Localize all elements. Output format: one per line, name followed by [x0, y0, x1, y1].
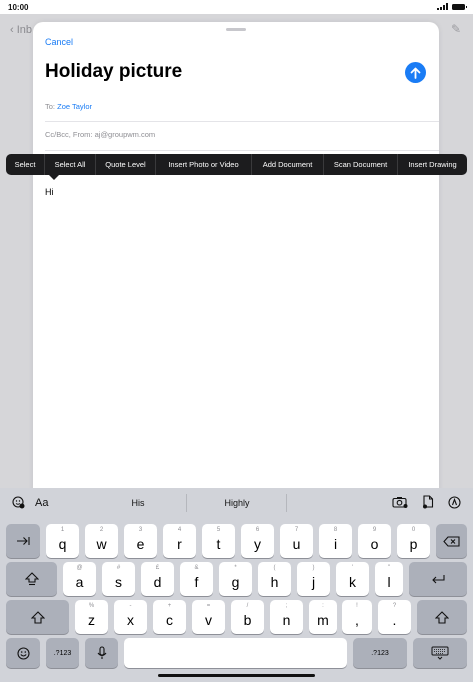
shift-icon	[30, 610, 45, 624]
subject-title[interactable]: Holiday picture	[45, 61, 182, 83]
divider	[45, 121, 439, 122]
caps-lock-icon	[24, 572, 39, 586]
edit-menu-pointer	[49, 175, 59, 180]
menu-item-select[interactable]: Select	[6, 154, 45, 175]
keyboard-dismiss-icon	[431, 646, 449, 660]
tab-key[interactable]	[6, 524, 40, 558]
send-button[interactable]	[405, 62, 426, 83]
key-j[interactable]: ) j	[297, 562, 330, 596]
key-period[interactable]: ?.	[378, 600, 411, 634]
key-z[interactable]: % z	[75, 600, 108, 634]
divider	[186, 494, 187, 512]
key-m[interactable]: :m	[309, 600, 337, 634]
numbers-key-left[interactable]: .?123	[46, 638, 79, 668]
status-bar: 10:00	[0, 0, 473, 14]
status-indicators	[437, 3, 467, 10]
shift-key-right[interactable]	[417, 600, 467, 634]
compose-sheet: Cancel Holiday picture To: Zoe Taylor Cc…	[33, 22, 439, 492]
home-indicator[interactable]	[158, 674, 315, 677]
text-format-button[interactable]: Aa	[35, 497, 48, 509]
to-field[interactable]: To: Zoe Taylor	[45, 102, 92, 111]
sheet-grabber[interactable]	[226, 28, 246, 31]
emoji-search-icon[interactable]	[12, 496, 25, 509]
cc-from-field[interactable]: Cc/Bcc, From: aj@groupwm.com	[45, 130, 155, 139]
compose-icon: ✎	[450, 22, 461, 36]
divider	[286, 494, 287, 512]
return-key[interactable]	[409, 562, 467, 596]
menu-item-insert-drawing[interactable]: Insert Drawing	[398, 154, 467, 175]
suggestion-2[interactable]: Highly	[212, 498, 262, 508]
message-body[interactable]: Hi	[45, 187, 54, 197]
edit-menu: Select Select All Quote Level Insert Pho…	[6, 154, 467, 175]
dictation-key[interactable]	[85, 638, 118, 668]
cancel-button[interactable]: Cancel	[45, 37, 73, 47]
from-address[interactable]: aj@groupwm.com	[95, 130, 156, 139]
return-arrow-icon	[432, 575, 445, 584]
key-i[interactable]: 8i	[319, 524, 352, 558]
key-f[interactable]: & f	[180, 562, 213, 596]
key-g[interactable]: * g	[219, 562, 252, 596]
key-a[interactable]: @ a	[63, 562, 96, 596]
to-recipient[interactable]: Zoe Taylor	[57, 102, 92, 111]
key-k[interactable]: ' k	[336, 562, 369, 596]
key-w[interactable]: 2w	[85, 524, 118, 558]
cc-from-label: Cc/Bcc, From:	[45, 130, 93, 139]
space-bar[interactable]	[124, 638, 347, 668]
divider	[45, 150, 439, 151]
emoji-icon	[16, 646, 30, 660]
caps-lock-key[interactable]	[6, 562, 57, 596]
delete-key[interactable]	[436, 524, 467, 558]
to-label: To:	[45, 102, 56, 111]
status-time: 10:00	[8, 3, 29, 12]
arrow-up-icon	[410, 67, 421, 79]
key-x[interactable]: -x	[114, 600, 147, 634]
key-p[interactable]: 0p	[397, 524, 430, 558]
key-c[interactable]: + c	[153, 600, 186, 634]
menu-item-scan-document[interactable]: Scan Document	[324, 154, 398, 175]
key-u[interactable]: 7u	[280, 524, 313, 558]
menu-item-insert-photo-or-video[interactable]: Insert Photo or Video	[156, 154, 252, 175]
key-b[interactable]: / b	[231, 600, 264, 634]
key-v[interactable]: = v	[192, 600, 225, 634]
cellular-signal-icon	[437, 3, 448, 10]
key-e[interactable]: 3e	[124, 524, 157, 558]
key-t[interactable]: 5t	[202, 524, 235, 558]
menu-item-select-all[interactable]: Select All	[45, 154, 96, 175]
suggestion-bar: Aa His Highly	[0, 488, 473, 518]
key-h[interactable]: (h	[258, 562, 291, 596]
key-l[interactable]: " l	[375, 562, 403, 596]
key-d[interactable]: £ d	[141, 562, 174, 596]
key-o[interactable]: 9o	[358, 524, 391, 558]
tab-arrow-icon	[17, 537, 30, 545]
key-q[interactable]: 1q	[46, 524, 79, 558]
emoji-key[interactable]	[6, 638, 40, 668]
numbers-key-right[interactable]: .?123	[353, 638, 407, 668]
back-to-inbox-button: ‹ Inb	[10, 24, 33, 36]
shift-key-left[interactable]	[6, 600, 69, 634]
key-n[interactable]: ; n	[270, 600, 303, 634]
delete-backspace-icon	[443, 535, 460, 547]
hide-keyboard-key[interactable]	[413, 638, 467, 668]
shift-icon	[435, 610, 449, 624]
camera-icon[interactable]	[392, 496, 408, 508]
key-r[interactable]: 4r	[163, 524, 196, 558]
document-scan-icon[interactable]	[422, 495, 434, 509]
menu-item-quote-level[interactable]: Quote Level	[96, 154, 156, 175]
key-s[interactable]: # s	[102, 562, 135, 596]
microphone-icon	[97, 646, 106, 659]
key-comma[interactable]: !,	[342, 600, 372, 634]
suggestion-1[interactable]: His	[118, 498, 158, 508]
markup-pen-icon[interactable]	[448, 495, 461, 509]
key-y[interactable]: 6y	[241, 524, 274, 558]
battery-icon	[452, 3, 467, 10]
keyboard: Aa His Highly 1q 2w 3 e 4 r 5 t 6 y 7 u …	[0, 488, 473, 682]
menu-item-add-document[interactable]: Add Document	[252, 154, 324, 175]
